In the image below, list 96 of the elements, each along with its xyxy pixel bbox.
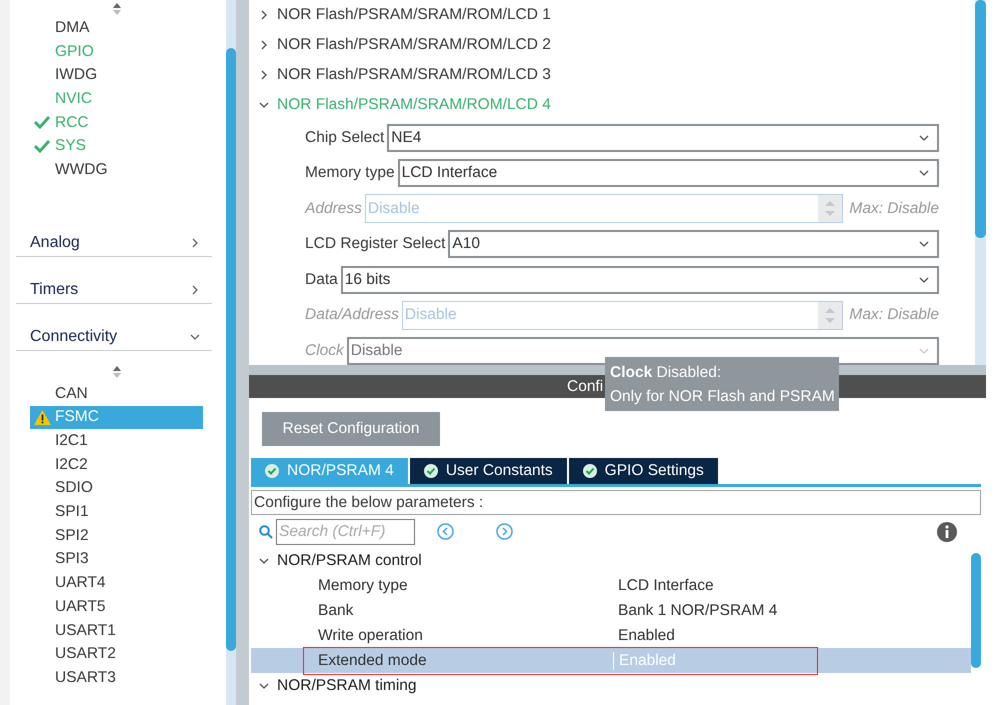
peripheral-label: I2C1 (55, 432, 88, 450)
dropdown-field[interactable]: 16 bits (340, 266, 939, 294)
group-row[interactable]: NOR Flash/PSRAM/SRAM/ROM/LCD 3 (249, 60, 975, 90)
parameter-row[interactable]: Bank Bank 1 NOR/PSRAM 4 (251, 598, 971, 623)
chevron-icon[interactable] (190, 238, 200, 248)
field-label: Data (305, 270, 338, 289)
peripheral-label: GPIO (55, 42, 94, 61)
tab[interactable]: GPIO Settings (568, 458, 718, 484)
tree-group[interactable]: NOR/PSRAM timing (251, 673, 971, 698)
peripheral-item[interactable]: IWDG (30, 63, 203, 88)
peripheral-item[interactable]: SPI3 (30, 548, 203, 572)
caret-icon[interactable] (919, 239, 929, 250)
peripheral-label: UART4 (55, 574, 106, 592)
max-label: Max: Disable (849, 200, 939, 218)
peripheral-item[interactable]: UART4 (30, 571, 203, 595)
field-label: Clock (305, 342, 344, 360)
field-label: Address (305, 200, 362, 218)
caret-icon[interactable] (919, 168, 929, 178)
peripheral-label: I2C2 (55, 456, 88, 474)
search-field[interactable]: Search (Ctrl+F) (276, 518, 415, 544)
previous-icon[interactable] (437, 523, 454, 540)
category-header[interactable]: Timers (16, 256, 212, 304)
parameter-row[interactable]: Write operation Enabled (251, 623, 971, 648)
chevron-icon[interactable] (190, 332, 200, 342)
field-label: LCD Register Select (305, 235, 446, 254)
peripheral-label: SPI3 (55, 550, 89, 568)
parameter-name: Extended mode (317, 652, 428, 670)
parameter-value: Enabled (613, 652, 676, 670)
parameter-row[interactable]: Extended mode Enabled (251, 648, 971, 673)
peripheral-label: USART1 (55, 622, 116, 640)
next-icon[interactable] (496, 523, 513, 540)
sort-icon[interactable] (112, 2, 122, 16)
parameter-value: LCD Interface (617, 576, 714, 594)
peripheral-item[interactable]: CAN (30, 382, 203, 406)
parameter-name: Memory type (317, 576, 409, 594)
field-label: Data/Address (305, 306, 399, 324)
chevron-icon[interactable] (259, 70, 269, 80)
parameter-name: Write operation (317, 626, 424, 644)
peripheral-label: SYS (55, 137, 86, 156)
group-row[interactable]: NOR Flash/PSRAM/SRAM/ROM/LCD 2 (249, 30, 975, 60)
caret-icon[interactable] (919, 132, 929, 143)
category-header[interactable]: Analog (16, 210, 212, 257)
chevron-icon[interactable] (259, 100, 269, 110)
parameter-row[interactable]: Memory type LCD Interface (251, 573, 971, 598)
peripheral-label: NVIC (55, 90, 92, 108)
peripheral-label: WWDG (55, 160, 108, 179)
peripheral-label: DMA (55, 18, 90, 37)
peripheral-label: UART5 (55, 598, 106, 616)
peripheral-label: RCC (55, 114, 89, 132)
peripheral-label: SDIO (55, 479, 93, 498)
search-icon[interactable] (259, 524, 273, 538)
dropdown-field[interactable]: A10 (448, 230, 939, 258)
tree-group[interactable]: NOR/PSRAM control (251, 548, 971, 573)
sort-icon[interactable] (112, 364, 122, 379)
parameter-name: Bank (317, 602, 354, 620)
peripheral-label: USART2 (55, 645, 116, 664)
peripheral-label: USART3 (55, 668, 116, 687)
peripheral-label: FSMC (55, 408, 99, 426)
chevron-icon[interactable] (259, 556, 269, 566)
scrollbar[interactable] (226, 0, 236, 705)
chevron-icon[interactable] (259, 10, 269, 20)
check-circle-icon (582, 464, 597, 478)
caret-icon[interactable] (919, 274, 929, 285)
parameter-value: Bank 1 NOR/PSRAM 4 (617, 602, 778, 620)
chevron-icon[interactable] (259, 680, 269, 690)
peripheral-label: SPI1 (55, 503, 89, 522)
peripheral-item[interactable]: SPI1 (30, 500, 203, 524)
peripheral-item[interactable]: USART1 (30, 618, 203, 642)
peripheral-label: IWDG (55, 66, 98, 84)
check-circle-icon (424, 464, 438, 478)
hint-text: Configure the below parameters : (251, 490, 981, 515)
chevron-icon[interactable] (259, 40, 269, 50)
peripheral-item[interactable]: SPI2 (30, 524, 203, 548)
group-row[interactable]: NOR Flash/PSRAM/SRAM/ROM/LCD 1 (249, 0, 975, 30)
field-label: Memory type (305, 164, 395, 182)
dropdown-field[interactable]: NE4 (387, 124, 939, 152)
peripheral-item[interactable]: WWDG (30, 158, 203, 182)
peripheral-item[interactable]: I2C1 (30, 429, 203, 453)
dropdown-field[interactable]: LCD Interface (398, 159, 939, 188)
scrollbar[interactable] (975, 0, 986, 365)
peripheral-item[interactable]: I2C2 (30, 452, 203, 477)
max-label: Max: Disable (849, 306, 939, 324)
check-circle-icon (265, 464, 279, 478)
peripheral-label: SPI2 (55, 526, 89, 545)
tab[interactable]: User Constants (410, 458, 567, 484)
chevron-icon[interactable] (190, 284, 200, 295)
peripheral-item[interactable]: DMA (30, 16, 203, 40)
parameter-value: Enabled (617, 626, 675, 644)
peripheral-item[interactable]: USART3 (30, 666, 203, 690)
peripheral-item[interactable]: USART2 (30, 642, 203, 666)
peripheral-item[interactable]: SDIO (30, 476, 203, 500)
peripheral-label: CAN (55, 384, 88, 403)
field-label: Chip Select (305, 128, 384, 147)
info-icon[interactable] (937, 522, 957, 542)
category-header[interactable]: Connectivity (16, 304, 212, 351)
peripheral-item[interactable]: UART5 (30, 595, 203, 619)
